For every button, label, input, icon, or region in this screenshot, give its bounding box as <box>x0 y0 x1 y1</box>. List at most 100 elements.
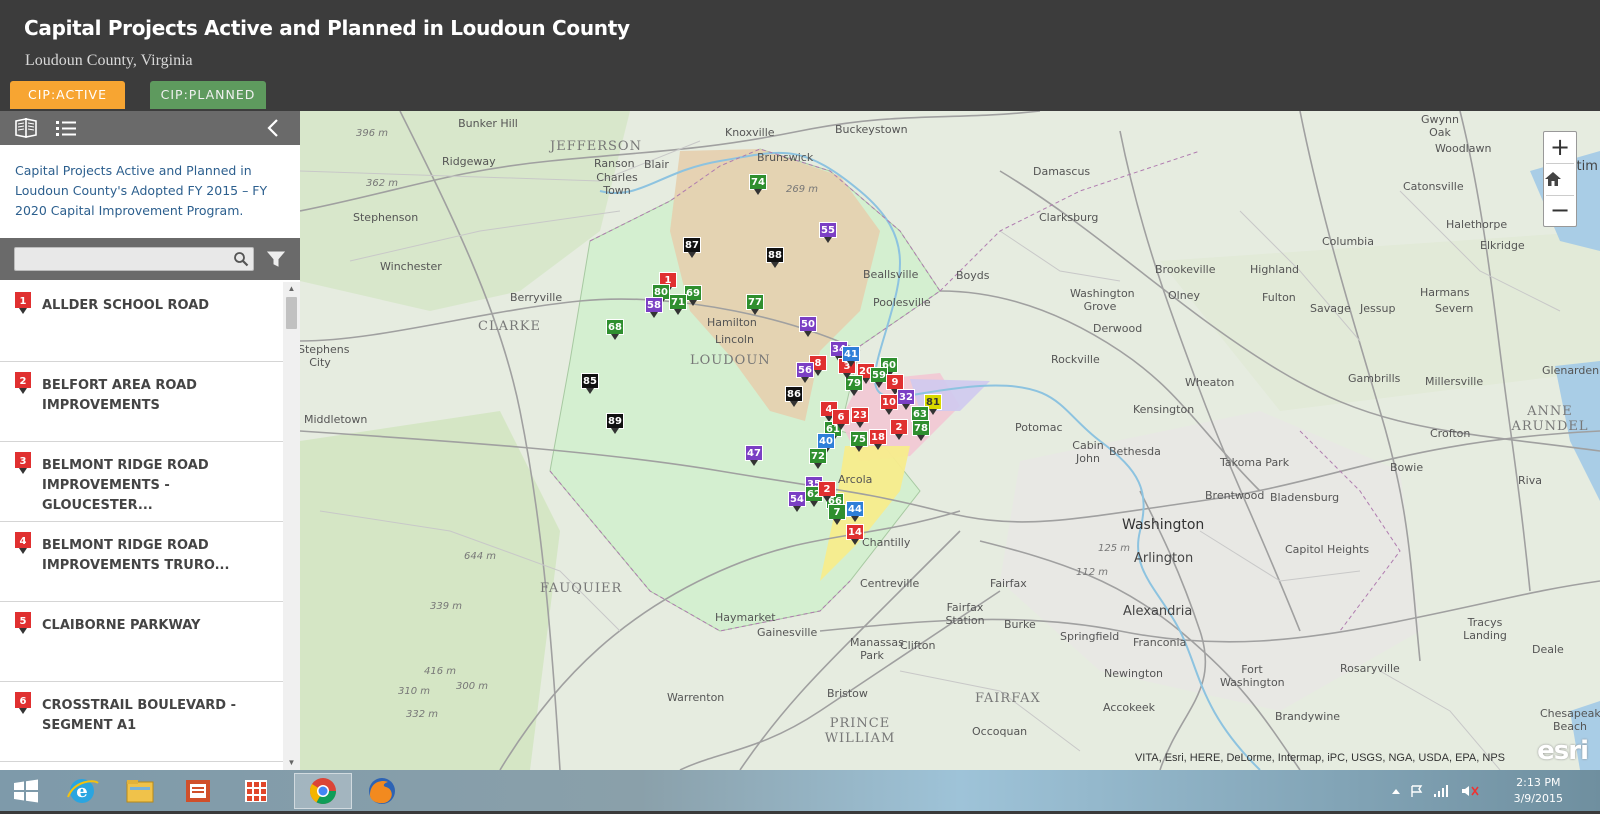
filter-icon[interactable] <box>267 250 285 268</box>
place-label: Poolesville <box>873 296 931 309</box>
place-label: Bowie <box>1390 461 1424 474</box>
project-marker[interactable]: 2 <box>818 481 836 503</box>
project-marker[interactable]: 78 <box>912 420 930 442</box>
project-marker[interactable]: 88 <box>766 247 784 269</box>
project-marker[interactable]: 86 <box>785 386 803 408</box>
project-marker[interactable]: 71 <box>669 294 687 316</box>
project-marker[interactable]: 18 <box>869 429 887 451</box>
list-item[interactable]: 1 ALLDER SCHOOL ROAD <box>0 282 283 362</box>
project-marker[interactable]: 87 <box>683 237 701 259</box>
list-item[interactable]: 2 BELFORT AREA ROAD IMPROVEMENTS <box>0 362 283 442</box>
elevation-label: 332 m <box>406 709 439 720</box>
place-label: Tracys Landing <box>1463 616 1507 642</box>
collapse-chevron-icon[interactable] <box>262 117 286 139</box>
project-marker[interactable]: 44 <box>846 501 864 523</box>
list-scrollbar[interactable]: ▲ ▼ <box>283 282 300 770</box>
zoom-out-button[interactable]: − <box>1544 195 1576 226</box>
elevation-label: 396 m <box>356 128 389 139</box>
place-label: Millersville <box>1425 375 1484 388</box>
elevation-label: 416 m <box>424 666 457 677</box>
list-icon[interactable] <box>54 117 78 139</box>
pin-number: 1 <box>20 296 27 307</box>
scroll-down-arrow-icon[interactable]: ▼ <box>283 756 300 770</box>
region-label: LOUDOUN <box>690 353 771 368</box>
list-item[interactable]: 5 CLAIBORNE PARKWAY <box>0 602 283 682</box>
place-label: Rockville <box>1051 353 1100 366</box>
place-label: Springfield <box>1060 630 1120 643</box>
search-input[interactable] <box>14 247 254 271</box>
place-label: Kensington <box>1133 403 1195 416</box>
scroll-thumb[interactable] <box>286 297 297 329</box>
marker-number: 56 <box>796 362 814 378</box>
project-marker[interactable]: 58 <box>645 297 663 319</box>
taskbar-app-ie[interactable]: e <box>56 773 108 809</box>
zoom-in-button[interactable]: + <box>1544 132 1576 163</box>
project-marker[interactable]: 50 <box>799 316 817 338</box>
place-label: Jessup <box>1360 302 1396 315</box>
project-marker[interactable]: 68 <box>606 319 624 341</box>
project-marker[interactable]: 54 <box>788 491 806 513</box>
place-label: Occoquan <box>972 725 1028 738</box>
project-marker[interactable]: 56 <box>796 362 814 384</box>
marker-number: 50 <box>799 316 817 332</box>
book-icon[interactable] <box>14 117 38 139</box>
project-marker[interactable]: 75 <box>850 431 868 453</box>
windows-taskbar: e 2:13 PM 3/9/2015 <box>0 770 1600 811</box>
project-marker[interactable]: 6 <box>832 409 850 431</box>
zoom-control: + − <box>1543 131 1577 227</box>
start-button[interactable] <box>0 773 52 809</box>
place-label: Fort Washington <box>1220 663 1285 689</box>
app-header: Capital Projects Active and Planned in L… <box>0 0 1600 111</box>
sidebar-toolbar <box>0 111 300 145</box>
project-marker[interactable]: 55 <box>819 222 837 244</box>
taskbar-app-office[interactable] <box>172 773 224 809</box>
taskbar-app-grid[interactable] <box>230 773 282 809</box>
marker-number: 74 <box>749 174 767 190</box>
home-button[interactable] <box>1544 164 1576 195</box>
place-label: Stephenson <box>353 211 419 224</box>
project-marker[interactable]: 85 <box>581 373 599 395</box>
tab-cip-planned[interactable]: CIP:PLANNED <box>150 81 266 109</box>
project-marker[interactable]: 74 <box>749 174 767 196</box>
project-marker[interactable]: 7 <box>828 504 846 526</box>
list-item-label: BELMONT RIDGE ROAD IMPROVEMENTS TRURO... <box>42 538 230 573</box>
place-label: Fulton <box>1262 291 1296 304</box>
taskbar-app-explorer[interactable] <box>114 773 166 809</box>
project-marker[interactable]: 2 <box>890 419 908 441</box>
place-label: Olney <box>1168 289 1200 302</box>
place-label: Brandywine <box>1275 710 1341 723</box>
place-label: Highland <box>1250 263 1300 276</box>
place-label: Clarksburg <box>1039 211 1099 224</box>
place-label: Brentwood <box>1205 489 1265 502</box>
place-label: Bethesda <box>1109 445 1161 458</box>
map-pin-icon: 6 <box>14 691 32 714</box>
project-marker[interactable]: 72 <box>809 448 827 470</box>
sidebar: Capital Projects Active and Planned in L… <box>0 111 300 770</box>
search-icon[interactable] <box>233 251 249 267</box>
place-label: Warrenton <box>667 691 725 704</box>
list-item[interactable]: 6 CROSSTRAIL BOULEVARD - SEGMENT A1 <box>0 682 283 762</box>
marker-number: 72 <box>809 448 827 464</box>
esri-logo[interactable]: esri <box>1537 736 1589 766</box>
place-label: Arlington <box>1134 551 1194 566</box>
taskbar-app-chrome[interactable] <box>294 773 352 809</box>
taskbar-app-firefox[interactable] <box>356 773 408 809</box>
project-marker[interactable]: 89 <box>606 413 624 435</box>
project-marker[interactable]: 23 <box>851 407 869 429</box>
project-marker[interactable]: 41 <box>842 346 860 368</box>
list-item[interactable]: 4 BELMONT RIDGE ROAD IMPROVEMENTS TRURO.… <box>0 522 283 602</box>
project-marker[interactable]: 47 <box>745 445 763 467</box>
place-label: Clifton <box>900 639 936 652</box>
list-item[interactable]: 3 BELMONT RIDGE ROAD IMPROVEMENTS - GLOU… <box>0 442 283 522</box>
taskbar-clock[interactable]: 2:13 PM 3/9/2015 <box>1514 775 1563 807</box>
tab-cip-active[interactable]: CIP:ACTIVE <box>10 81 125 109</box>
place-label: Bladensburg <box>1270 491 1340 504</box>
pin-number: 2 <box>20 376 27 387</box>
project-marker[interactable]: 77 <box>746 294 764 316</box>
scroll-up-arrow-icon[interactable]: ▲ <box>283 282 300 296</box>
map-view[interactable]: JEFFERSON CLARKE LOUDOUN FAUQUIER PRINCE… <box>300 111 1600 770</box>
tray-icons[interactable] <box>1390 784 1490 798</box>
place-label: Washington <box>1122 517 1205 533</box>
project-marker[interactable]: 10 <box>880 394 898 416</box>
project-marker[interactable]: 14 <box>846 524 864 546</box>
